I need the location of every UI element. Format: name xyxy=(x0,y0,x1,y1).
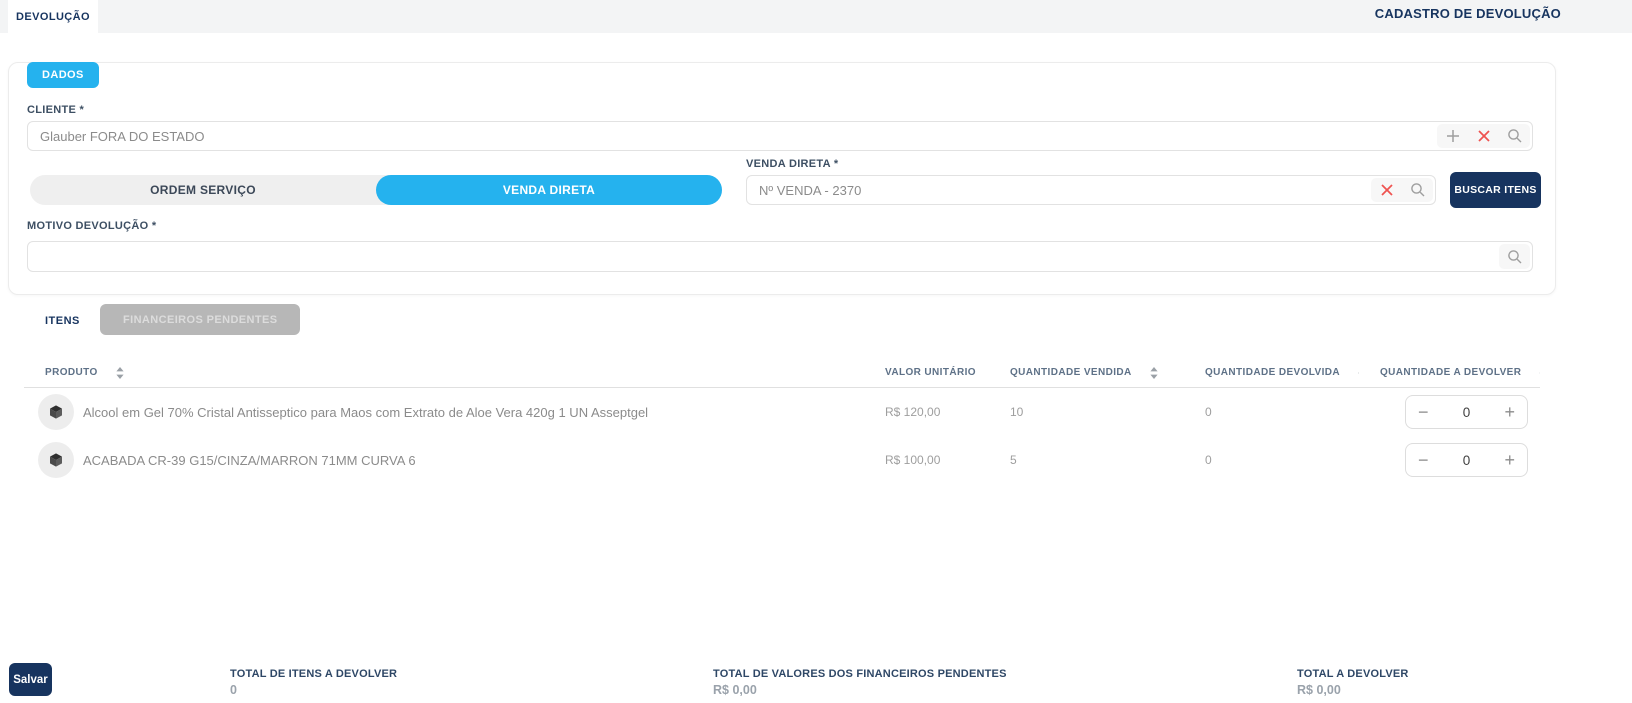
quantidade-devolvida-cell: 0 xyxy=(1184,453,1359,467)
dados-section-badge[interactable]: DADOS xyxy=(27,62,99,88)
valor-unitario-cell: R$ 120,00 xyxy=(864,405,989,419)
quantidade-vendida-cell: 10 xyxy=(989,405,1184,419)
sort-icon xyxy=(1539,367,1540,379)
itens-table: PRODUTO VALOR UNITÁRIO QUANTIDADE VENDID… xyxy=(24,358,1540,484)
toggle-venda-direta[interactable]: VENDA DIRETA xyxy=(376,175,722,205)
motivo-devolucao-input[interactable] xyxy=(27,241,1533,272)
total-a-devolver: TOTAL A DEVOLVER R$ 0,00 xyxy=(1297,668,1409,697)
dados-card: DADOS CLIENTE * Glauber FORA DO ESTADO O… xyxy=(8,62,1556,295)
total-value: R$ 0,00 xyxy=(1297,683,1409,697)
tab-devolucao-label: DEVOLUÇÃO xyxy=(16,11,90,23)
decrement-icon[interactable]: − xyxy=(1418,451,1429,469)
quantidade-devolvida-cell: 0 xyxy=(1184,405,1359,419)
motivo-devolucao-label: MOTIVO DEVOLUÇÃO * xyxy=(27,220,156,232)
total-label: TOTAL A DEVOLVER xyxy=(1297,668,1409,680)
quantidade-a-devolver-stepper: − 0 + xyxy=(1405,395,1528,429)
tipo-devolucao-toggle: ORDEM SERVIÇO VENDA DIRETA xyxy=(30,175,722,205)
cube-icon xyxy=(48,452,64,468)
venda-direta-label: VENDA DIRETA * xyxy=(746,158,838,170)
venda-direta-input[interactable]: Nº VENDA - 2370 xyxy=(746,175,1436,205)
cliente-input[interactable]: Glauber FORA DO ESTADO xyxy=(27,121,1533,151)
product-name: ACABADA CR-39 G15/CINZA/MARRON 71MM CURV… xyxy=(83,453,416,468)
product-name: Alcool em Gel 70% Cristal Antisseptico p… xyxy=(83,405,648,420)
stepper-value: 0 xyxy=(1463,453,1471,468)
add-icon[interactable] xyxy=(1437,124,1468,148)
table-row: ACABADA CR-39 G15/CINZA/MARRON 71MM CURV… xyxy=(24,436,1540,484)
buscar-itens-button[interactable]: BUSCAR ITENS xyxy=(1450,172,1541,208)
search-icon[interactable] xyxy=(1499,244,1530,269)
cliente-label: CLIENTE * xyxy=(27,104,84,116)
tab-devolucao[interactable]: DEVOLUÇÃO xyxy=(8,0,98,33)
stepper-value: 0 xyxy=(1463,405,1471,420)
total-financeiros-pendentes: TOTAL DE VALORES DOS FINANCEIROS PENDENT… xyxy=(713,668,1007,697)
decrement-icon[interactable]: − xyxy=(1418,403,1429,421)
table-header-row: PRODUTO VALOR UNITÁRIO QUANTIDADE VENDID… xyxy=(24,358,1540,388)
cube-icon xyxy=(48,404,64,420)
column-header-quantidade-devolvida[interactable]: QUANTIDADE DEVOLVIDA xyxy=(1184,367,1359,379)
cliente-input-actions xyxy=(1437,124,1530,148)
column-header-valor-unitario[interactable]: VALOR UNITÁRIO xyxy=(864,367,989,379)
total-value: R$ 0,00 xyxy=(713,683,1007,697)
increment-icon[interactable]: + xyxy=(1504,403,1515,421)
motivo-input-actions xyxy=(1499,244,1530,269)
page-title: CADASTRO DE DEVOLUÇÃO xyxy=(1375,6,1561,21)
column-header-produto[interactable]: PRODUTO xyxy=(24,367,864,379)
venda-direta-value: Nº VENDA - 2370 xyxy=(747,183,1371,198)
total-label: TOTAL DE ITENS A DEVOLVER xyxy=(230,668,397,680)
valor-unitario-cell: R$ 100,00 xyxy=(864,453,989,467)
total-value: 0 xyxy=(230,683,397,697)
venda-direta-input-actions xyxy=(1371,178,1433,202)
product-avatar xyxy=(38,394,74,430)
save-button[interactable]: Salvar xyxy=(9,663,52,696)
search-icon[interactable] xyxy=(1499,124,1530,148)
column-header-quantidade-a-devolver[interactable]: QUANTIDADE A DEVOLVER xyxy=(1359,367,1540,379)
sort-icon xyxy=(116,367,124,379)
column-header-quantidade-vendida[interactable]: QUANTIDADE VENDIDA xyxy=(989,367,1184,379)
toggle-ordem-servico[interactable]: ORDEM SERVIÇO xyxy=(30,175,376,205)
tab-itens[interactable]: ITENS xyxy=(45,315,80,327)
clear-icon[interactable] xyxy=(1468,124,1499,148)
sort-icon xyxy=(1150,367,1158,379)
total-itens-a-devolver: TOTAL DE ITENS A DEVOLVER 0 xyxy=(230,668,397,697)
tab-financeiros-pendentes[interactable]: FINANCEIROS PENDENTES xyxy=(100,304,300,335)
quantidade-a-devolver-stepper: − 0 + xyxy=(1405,443,1528,477)
product-avatar xyxy=(38,442,74,478)
total-label: TOTAL DE VALORES DOS FINANCEIROS PENDENT… xyxy=(713,668,1007,680)
clear-icon[interactable] xyxy=(1371,178,1402,202)
increment-icon[interactable]: + xyxy=(1504,451,1515,469)
cliente-value: Glauber FORA DO ESTADO xyxy=(28,129,1437,144)
search-icon[interactable] xyxy=(1402,178,1433,202)
table-row: Alcool em Gel 70% Cristal Antisseptico p… xyxy=(24,388,1540,436)
quantidade-vendida-cell: 5 xyxy=(989,453,1184,467)
